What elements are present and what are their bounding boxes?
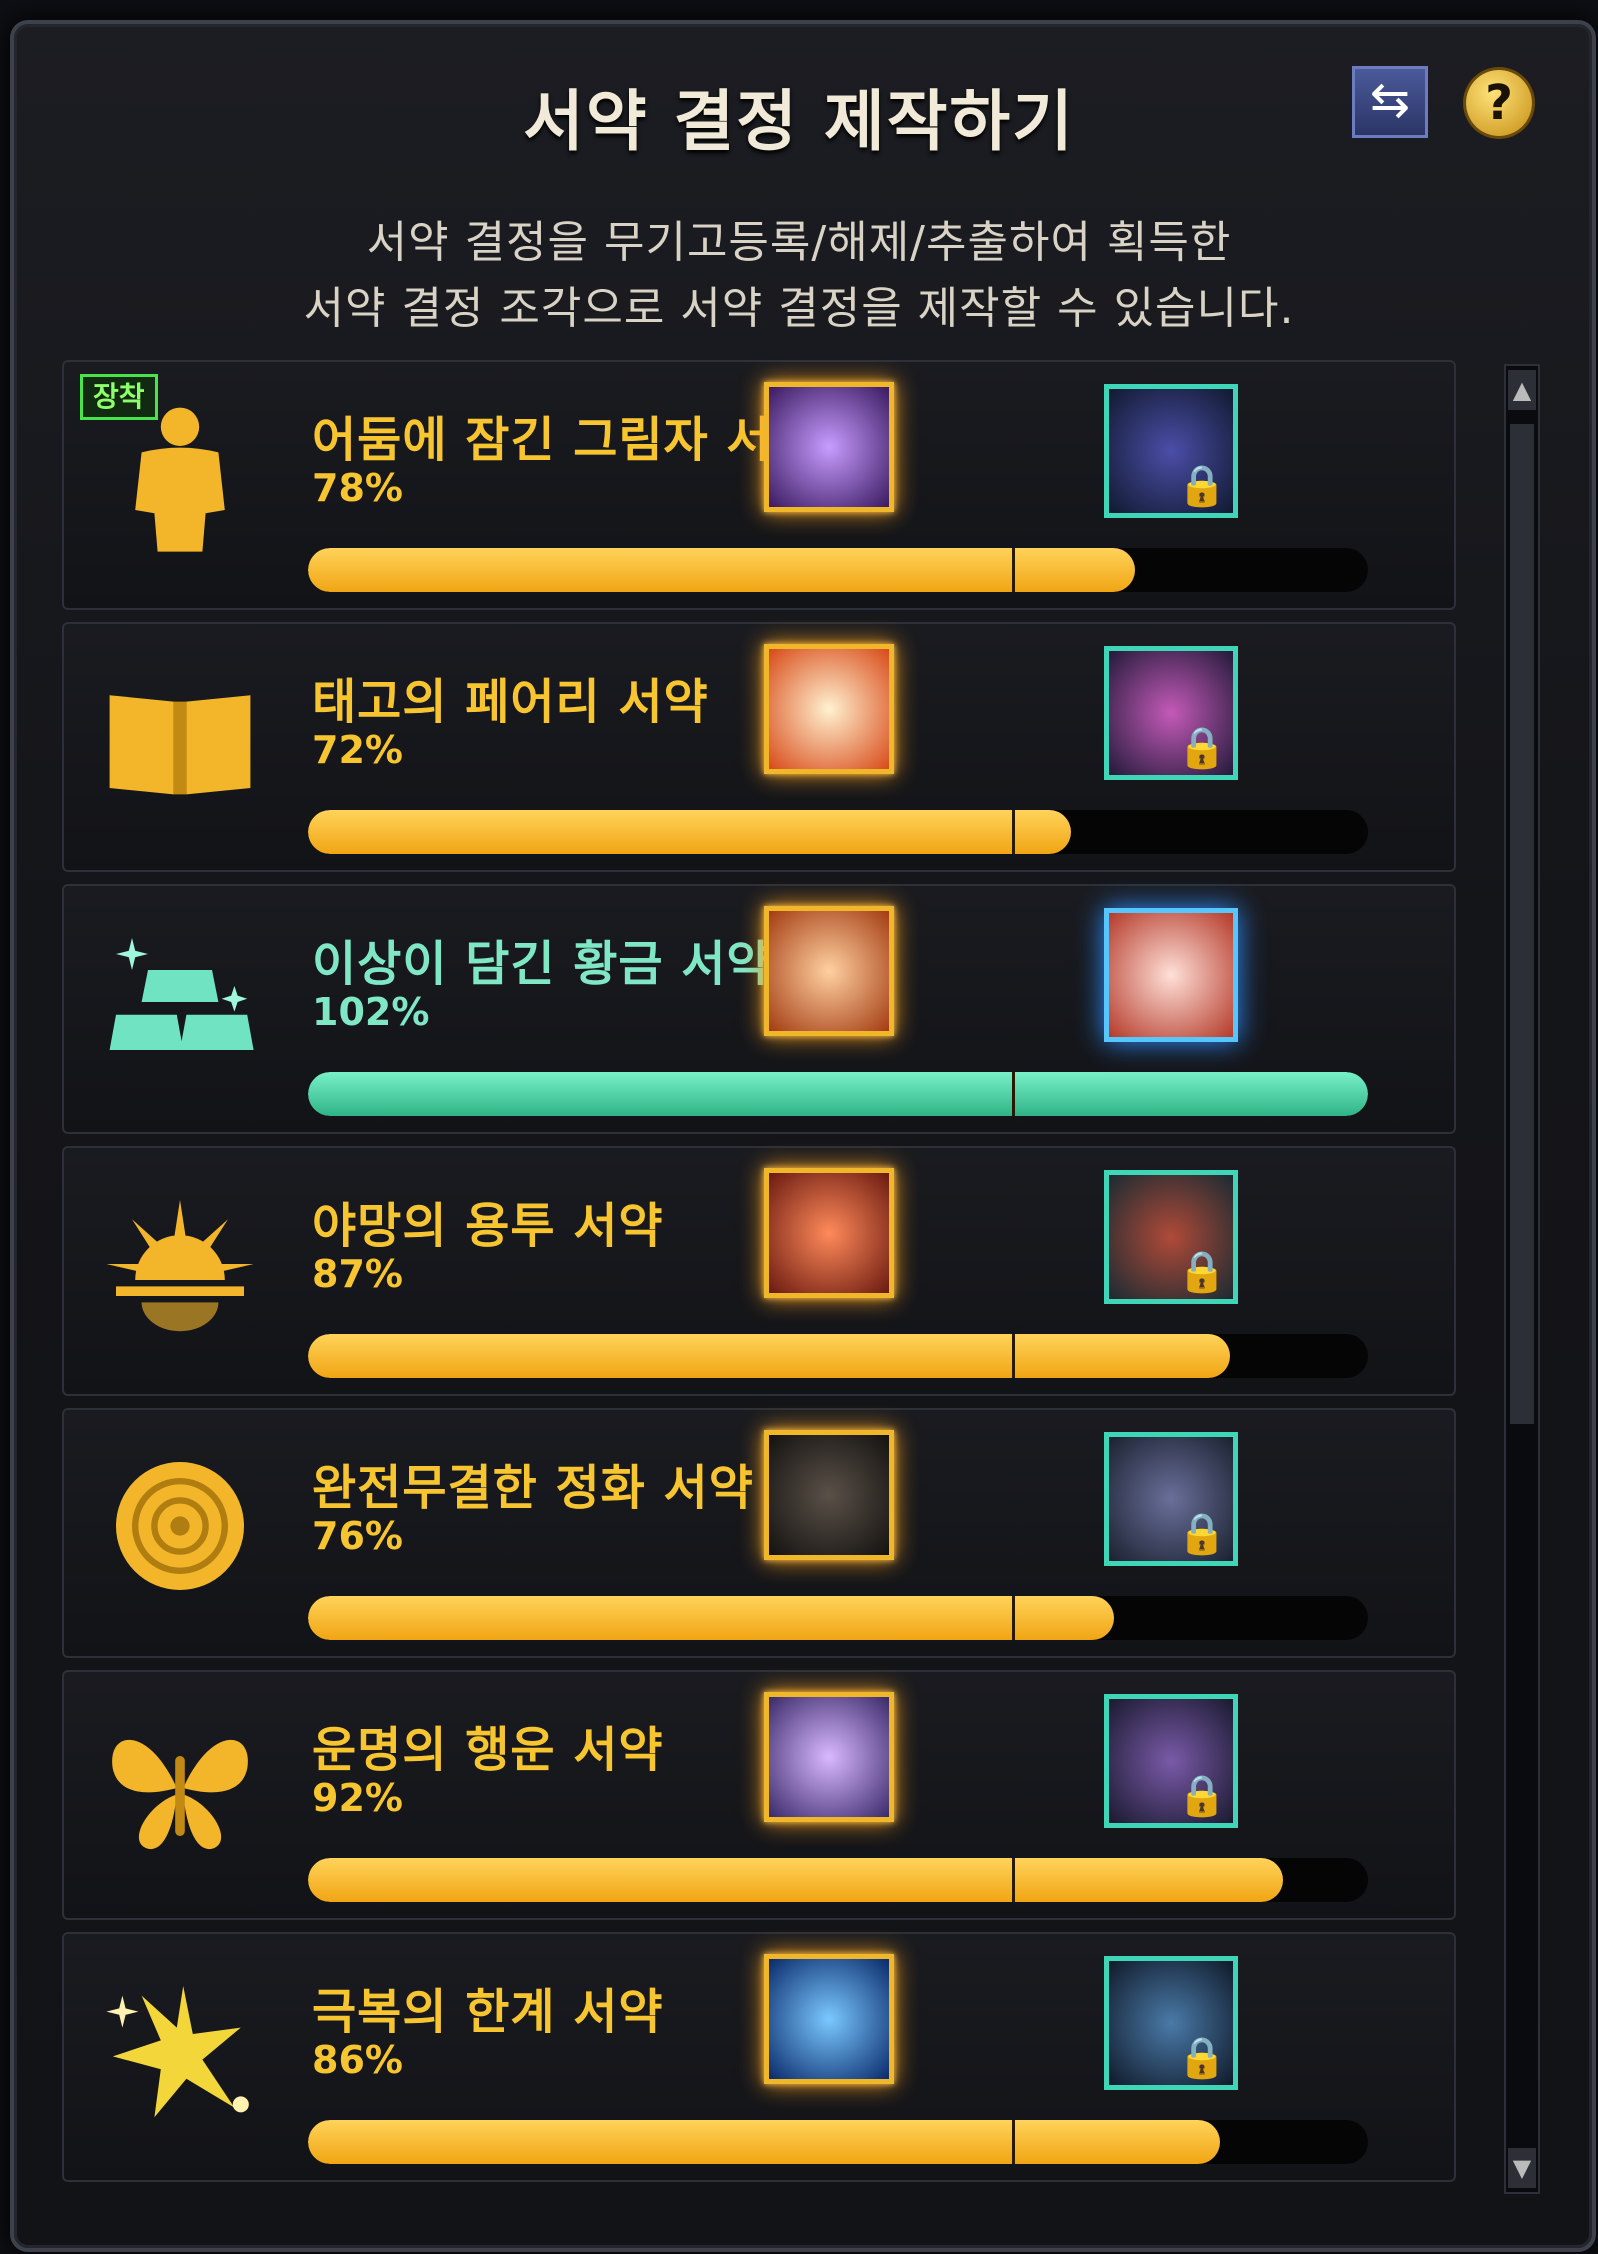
gold-bars-icon bbox=[109, 938, 254, 1050]
list-item[interactable]: 이상이 담긴 황금 서약 102% bbox=[62, 884, 1456, 1134]
oath-name: 극복의 한계 서약 bbox=[312, 1984, 664, 2040]
craft-crystal-icon[interactable] bbox=[764, 1692, 894, 1822]
locked-result-icon[interactable]: 🔒 bbox=[1104, 1956, 1238, 2090]
progress-tick bbox=[1012, 2120, 1015, 2164]
golden-body-icon bbox=[135, 407, 225, 552]
oath-percent: 86% bbox=[312, 2038, 403, 2082]
description-line-2: 서약 결정 조각으로 서약 결정을 제작할 수 있습니다. bbox=[303, 283, 1295, 334]
locked-result-icon[interactable]: 🔒 bbox=[1104, 646, 1238, 780]
list-item[interactable]: 장착 어둠에 잠긴 그림자 서약 78% 🔒 bbox=[62, 360, 1456, 610]
progress-bar bbox=[308, 810, 1368, 854]
craft-crystal-icon[interactable] bbox=[764, 382, 894, 512]
list-item[interactable]: 극복의 한계 서약 86% 🔒 bbox=[62, 1932, 1456, 2182]
lock-icon: 🔒 bbox=[1177, 1511, 1227, 1557]
progress-tick bbox=[1012, 548, 1015, 592]
list-item[interactable]: 야망의 용투 서약 87% 🔒 bbox=[62, 1146, 1456, 1396]
open-book-icon bbox=[109, 695, 251, 795]
oath-name: 운명의 행운 서약 bbox=[312, 1722, 664, 1778]
oath-name: 이상이 담긴 황금 서약 bbox=[312, 936, 772, 992]
craft-crystal-icon[interactable] bbox=[764, 644, 894, 774]
rose-icon bbox=[116, 1462, 244, 1590]
progress-bar bbox=[308, 2120, 1368, 2164]
craft-crystal-icon[interactable] bbox=[764, 1430, 894, 1560]
progress-tick bbox=[1012, 810, 1015, 854]
locked-result-icon[interactable]: 🔒 bbox=[1104, 1432, 1238, 1566]
oath-percent: 76% bbox=[312, 1514, 403, 1558]
list-scrollbar[interactable]: ▲ ▼ bbox=[1504, 364, 1540, 2194]
locked-result-icon[interactable]: 🔒 bbox=[1104, 1694, 1238, 1828]
result-crystal-icon[interactable] bbox=[1104, 908, 1238, 1042]
oath-list: 장착 어둠에 잠긴 그림자 서약 78% 🔒 태고의 페어리 서약 72% 🔒 … bbox=[62, 360, 1456, 2190]
lock-icon: 🔒 bbox=[1177, 463, 1227, 509]
locked-result-icon[interactable]: 🔒 bbox=[1104, 1170, 1238, 1304]
oath-name: 완전무결한 정화 서약 bbox=[312, 1460, 754, 1516]
progress-bar bbox=[308, 1334, 1368, 1378]
oath-percent: 72% bbox=[312, 728, 403, 772]
progress-fill bbox=[308, 1072, 1368, 1116]
progress-fill bbox=[308, 548, 1135, 592]
oath-percent: 92% bbox=[312, 1776, 403, 1820]
craft-crystal-icon[interactable] bbox=[764, 906, 894, 1036]
scroll-thumb[interactable] bbox=[1510, 424, 1534, 1424]
progress-tick bbox=[1012, 1334, 1015, 1378]
progress-tick bbox=[1012, 1072, 1015, 1116]
help-button[interactable]: ? bbox=[1466, 70, 1532, 136]
progress-bar bbox=[308, 1596, 1368, 1640]
oath-name: 야망의 용투 서약 bbox=[312, 1198, 664, 1254]
oath-name: 태고의 페어리 서약 bbox=[312, 674, 709, 730]
progress-fill bbox=[308, 1334, 1231, 1378]
list-item[interactable]: 태고의 페어리 서약 72% 🔒 bbox=[62, 622, 1456, 872]
oath-name: 어둠에 잠긴 그림자 서약 bbox=[312, 412, 817, 468]
list-item[interactable]: 완전무결한 정화 서약 76% 🔒 bbox=[62, 1408, 1456, 1658]
progress-fill bbox=[308, 810, 1072, 854]
progress-bar bbox=[308, 1858, 1368, 1902]
progress-fill bbox=[308, 1596, 1114, 1640]
sun-icon bbox=[106, 1200, 254, 1332]
swap-button[interactable]: ⇆ bbox=[1352, 66, 1428, 138]
scroll-up-icon[interactable]: ▲ bbox=[1508, 370, 1536, 410]
list-item[interactable]: 운명의 행운 서약 92% 🔒 bbox=[62, 1670, 1456, 1920]
oath-percent: 102% bbox=[312, 990, 430, 1034]
locked-result-icon[interactable]: 🔒 bbox=[1104, 384, 1238, 518]
craft-crystal-icon[interactable] bbox=[764, 1954, 894, 2084]
lock-icon: 🔒 bbox=[1177, 1773, 1227, 1819]
progress-bar bbox=[308, 548, 1368, 592]
lock-icon: 🔒 bbox=[1177, 1249, 1227, 1295]
description-line-1: 서약 결정을 무기고등록/해제/추출하여 획득한 bbox=[366, 217, 1232, 268]
progress-fill bbox=[308, 2120, 1220, 2164]
star-burst-icon bbox=[106, 1986, 249, 2118]
progress-tick bbox=[1012, 1596, 1015, 1640]
craft-crystal-icon[interactable] bbox=[764, 1168, 894, 1298]
oath-percent: 78% bbox=[312, 466, 403, 510]
oath-percent: 87% bbox=[312, 1252, 403, 1296]
scroll-down-icon[interactable]: ▼ bbox=[1508, 2148, 1536, 2188]
butterfly-icon bbox=[112, 1739, 248, 1850]
progress-fill bbox=[308, 1858, 1284, 1902]
lock-icon: 🔒 bbox=[1177, 725, 1227, 771]
progress-bar bbox=[308, 1072, 1368, 1116]
progress-tick bbox=[1012, 1858, 1015, 1902]
lock-icon: 🔒 bbox=[1177, 2035, 1227, 2081]
